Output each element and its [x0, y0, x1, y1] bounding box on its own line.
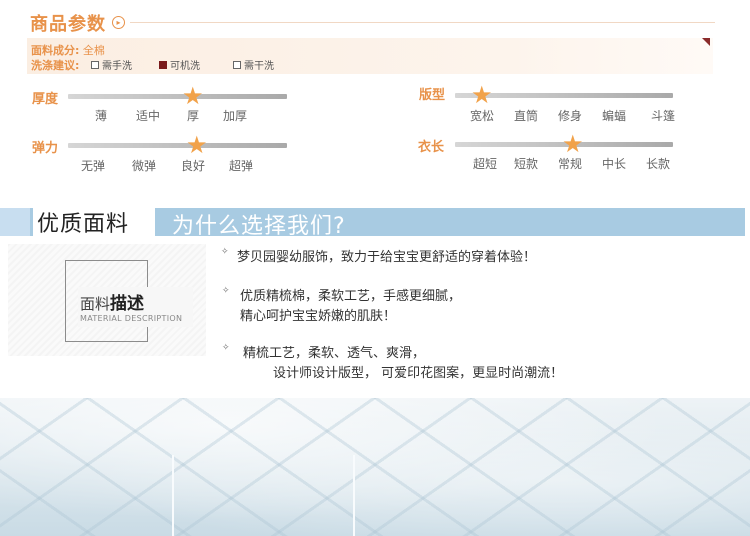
wash-advice-row: 洗涤建议:	[31, 57, 79, 73]
thickness-option-extra-thick: 加厚	[223, 109, 248, 123]
fabric-seam	[353, 455, 355, 536]
length-option-short: 短款	[514, 157, 539, 171]
fabric-composition-row: 面料成分: 全棉	[31, 42, 105, 58]
length-star-icon: ★	[562, 130, 584, 158]
description-point-1: 梦贝园婴幼服饰，致力于给宝宝更舒适的穿着体验！	[237, 250, 537, 265]
elasticity-option-none: 无弹	[81, 159, 106, 173]
description-point-2-line-2: 精心呵护宝宝娇嫩的肌肤！	[240, 309, 397, 324]
sparkle-bullet-icon: ✧	[222, 343, 230, 353]
elasticity-track	[68, 143, 287, 148]
thickness-option-thin: 薄	[95, 109, 108, 123]
thickness-star-icon: ★	[182, 82, 204, 110]
fit-option-slim: 修身	[558, 109, 583, 123]
sparkle-bullet-icon: ✧	[221, 247, 229, 257]
fabric-seam	[172, 455, 174, 536]
banner-accent	[0, 208, 30, 236]
length-option-regular: 常规	[558, 157, 583, 171]
fit-label: 版型	[419, 88, 446, 103]
length-label: 衣长	[418, 140, 445, 155]
length-option-long: 长款	[646, 157, 671, 171]
fabric-label: 面料成分:	[31, 44, 80, 57]
section-title: 商品参数	[30, 14, 106, 35]
fit-option-loose: 宽松	[470, 109, 495, 123]
fit-star-icon: ★	[471, 81, 493, 109]
checkbox-unchecked-icon	[233, 60, 241, 69]
description-point-3-line-2: 设计师设计版型， 可爱印花图案，更显时尚潮流！	[273, 366, 564, 381]
wash-option-dry: 需干洗	[233, 57, 274, 72]
quilt-pattern	[0, 398, 750, 536]
wash-option-machine: 可机洗	[159, 57, 200, 72]
description-point-3-line-1: 精梳工艺，柔软、透气、爽滑，	[243, 346, 426, 361]
sparkle-bullet-icon: ✧	[222, 286, 230, 296]
header-divider	[130, 22, 715, 23]
banner-title-quality-fabric: 优质面料	[37, 212, 130, 237]
length-option-very-short: 超短	[473, 157, 498, 171]
checkbox-unchecked-icon	[91, 60, 99, 69]
banner-title-why-choose-us: 为什么选择我们?	[172, 214, 346, 239]
elasticity-option-good: 良好	[181, 159, 206, 173]
fabric-value: 全棉	[82, 44, 105, 57]
fit-option-straight: 直筒	[514, 109, 539, 123]
fabric-texture-image	[0, 398, 750, 536]
elasticity-star-icon: ★	[186, 131, 208, 159]
elasticity-option-slight: 微弹	[132, 159, 157, 173]
corner-decoration	[702, 38, 710, 46]
checkbox-checked-icon	[159, 60, 167, 69]
fit-option-cape: 斗篷	[651, 109, 676, 123]
length-option-mid-long: 中长	[602, 157, 627, 171]
wash-label: 洗涤建议:	[31, 59, 80, 72]
elasticity-label: 弹力	[32, 141, 59, 156]
wash-option-hand: 需手洗	[91, 57, 132, 72]
thickness-option-thick: 厚	[187, 109, 200, 123]
description-point-2-line-1: 优质精梳棉，柔软工艺，手感更细腻，	[240, 289, 462, 304]
elasticity-option-super: 超弹	[229, 159, 254, 173]
description-subtitle: MATERIAL DESCRIPTION	[80, 314, 183, 323]
thickness-track	[68, 94, 287, 99]
fit-option-batwing: 蝙蝠	[602, 109, 627, 123]
arrow-right-icon: ▸	[112, 16, 125, 29]
thickness-option-medium: 适中	[136, 109, 161, 123]
thickness-label: 厚度	[32, 92, 59, 107]
description-title: 面料描述	[80, 294, 145, 314]
